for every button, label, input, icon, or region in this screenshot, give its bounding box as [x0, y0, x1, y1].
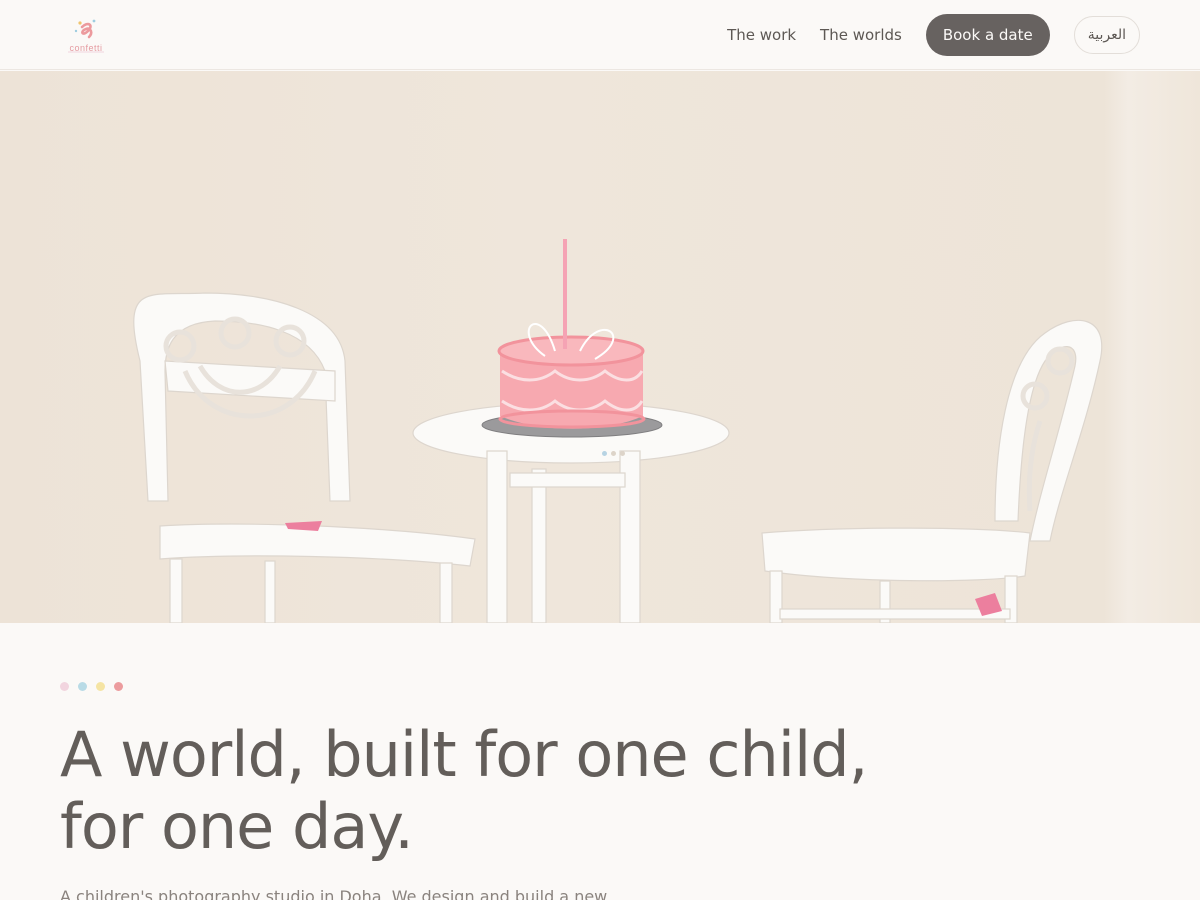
language-switch-button[interactable]: العربية	[1073, 15, 1140, 54]
main-nav: The work The worlds Book a date العربية	[727, 13, 1140, 56]
headline-line-1: A world, built for one child,	[60, 718, 868, 791]
logo[interactable]: confetti	[60, 15, 112, 55]
confetti-dot-pink	[60, 682, 69, 691]
site-header: confetti The work The worlds Book a date…	[0, 0, 1200, 70]
confetti-dot-coral	[114, 682, 123, 691]
slider-dots	[602, 451, 629, 456]
confetti-dot-blue	[78, 682, 87, 691]
headline-line-2: for one day.	[60, 790, 414, 863]
nav-link-the-worlds[interactable]: The worlds	[820, 26, 902, 44]
slider-dot[interactable]	[602, 451, 607, 456]
page-headline: A world, built for one child, for one da…	[60, 719, 960, 863]
party-scene-illustration	[133, 239, 1103, 623]
intro-subtext: A children's photography studio in Doha.…	[60, 887, 608, 900]
confetti-dots	[60, 682, 1140, 691]
slider-dot[interactable]	[611, 451, 616, 456]
logo-text: confetti	[69, 42, 103, 53]
nav-link-the-work[interactable]: The work	[727, 26, 796, 44]
hero-image	[0, 71, 1200, 623]
confetti-dot-yellow	[96, 682, 105, 691]
slider-dot[interactable]	[620, 451, 625, 456]
book-a-date-button[interactable]: Book a date	[925, 13, 1050, 56]
intro-section: A world, built for one child, for one da…	[60, 682, 1140, 900]
